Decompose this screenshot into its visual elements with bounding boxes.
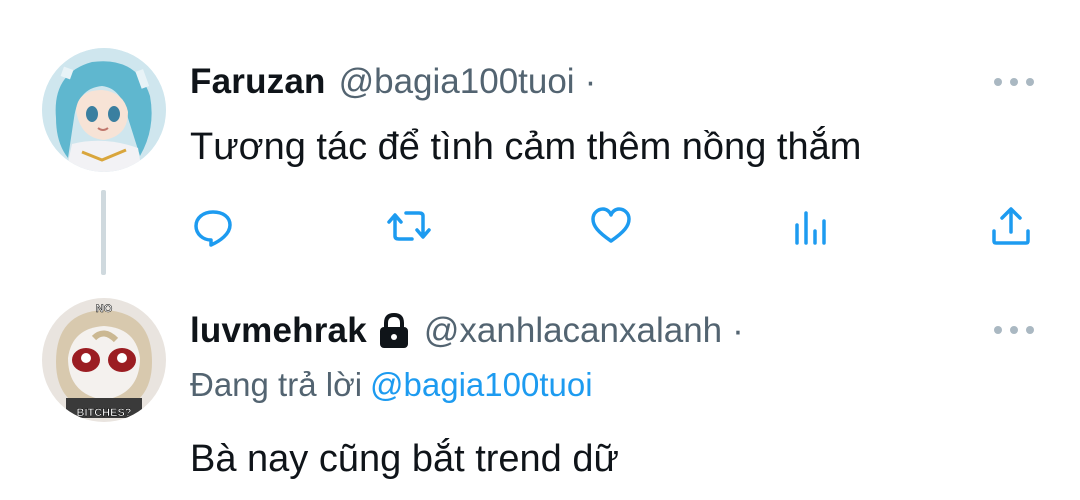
tweet-actions — [190, 203, 1040, 249]
retweet-icon[interactable] — [386, 203, 432, 249]
more-options-icon[interactable] — [994, 320, 1034, 340]
tweet-text: Bà nay cũng bắt trend dữ — [190, 438, 619, 480]
anime-character-avatar-icon — [42, 48, 166, 172]
avatar[interactable]: NO BITCHES? — [42, 298, 166, 422]
handle[interactable]: @bagia100tuoi — [339, 62, 575, 102]
tweet-luvmehrak[interactable]: NO BITCHES? luvmehrak @xanhlacanxalanh ·… — [0, 290, 1080, 500]
share-icon[interactable] — [988, 203, 1034, 249]
tweet-faruzan[interactable]: Faruzan @bagia100tuoi · Tương tác để tìn… — [0, 0, 1080, 290]
display-name[interactable]: Faruzan — [190, 62, 326, 102]
tweet-header: Faruzan @bagia100tuoi · — [190, 58, 596, 106]
thread-line — [101, 190, 106, 275]
separator-dot: · — [732, 311, 744, 350]
display-name[interactable]: luvmehrak — [190, 311, 367, 351]
replying-to-label: Đang trả lời — [190, 366, 363, 403]
svg-text:NO: NO — [96, 303, 113, 315]
tweet-text: Tương tác để tình cảm thêm nồng thắm — [190, 126, 862, 168]
handle[interactable]: @xanhlacanxalanh — [424, 311, 722, 351]
avatar[interactable] — [42, 48, 166, 172]
svg-text:BITCHES?: BITCHES? — [77, 407, 132, 419]
plush-character-avatar-icon: NO BITCHES? — [42, 298, 166, 422]
reply-mention-link[interactable]: @bagia100tuoi — [370, 366, 593, 403]
lock-icon — [377, 312, 411, 350]
more-options-icon[interactable] — [994, 72, 1034, 92]
tweet-header: luvmehrak @xanhlacanxalanh · — [190, 307, 744, 355]
analytics-icon[interactable] — [789, 203, 835, 249]
separator-dot: · — [584, 62, 597, 101]
like-icon[interactable] — [588, 203, 634, 249]
replying-to: Đang trả lời @bagia100tuoi — [190, 366, 593, 404]
reply-icon[interactable] — [190, 203, 236, 249]
